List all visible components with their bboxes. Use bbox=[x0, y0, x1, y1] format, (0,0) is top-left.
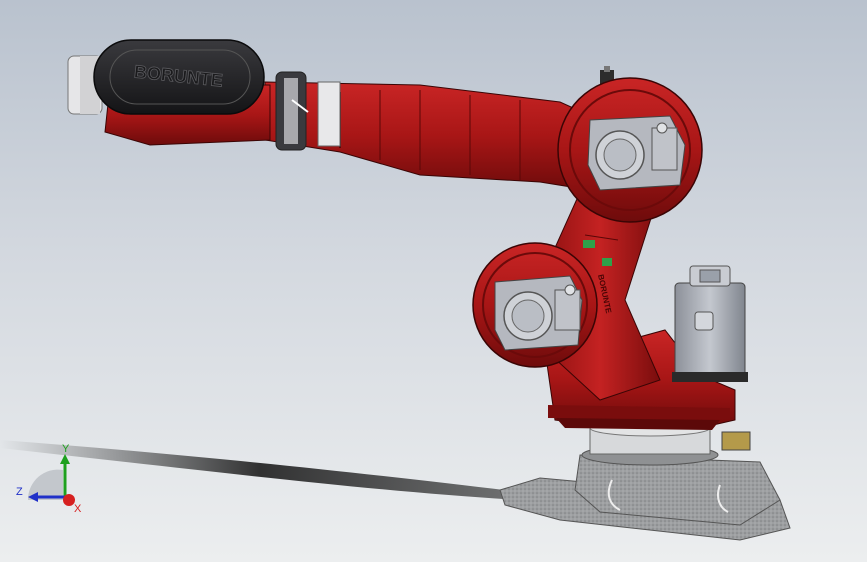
wrist-assembly: BORUNTE bbox=[67, 39, 271, 146]
x-axis-label: X bbox=[74, 503, 82, 515]
robot-base bbox=[499, 419, 791, 541]
y-axis-label: Y bbox=[62, 443, 70, 455]
z-axis-label: Z bbox=[16, 486, 23, 498]
coordinate-triad: Y Z X bbox=[8, 440, 98, 520]
robot-arm-model[interactable]: BORUNTE BORUNTE bbox=[0, 0, 867, 562]
j3-joint bbox=[557, 77, 703, 223]
model-viewport[interactable]: BORUNTE BORUNTE Y Z X bbox=[0, 0, 867, 562]
j1-motor bbox=[672, 265, 748, 382]
j2-joint bbox=[472, 242, 598, 368]
